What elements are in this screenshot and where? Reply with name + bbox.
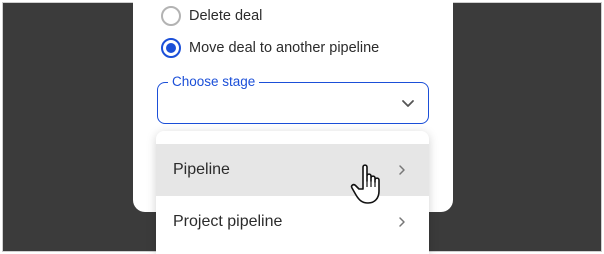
move-deal-label: Move deal to another pipeline (189, 40, 380, 56)
chevron-right-icon (395, 215, 409, 229)
chevron-right-icon (395, 163, 409, 177)
choose-stage-label: Choose stage (168, 73, 260, 91)
delete-deal-radio[interactable] (161, 6, 181, 26)
delete-deal-label: Delete deal (189, 8, 263, 24)
choose-stage-select[interactable]: Choose stage (157, 73, 429, 124)
menu-item-label: Project pipeline (173, 213, 283, 230)
chevron-down-icon (400, 95, 416, 111)
hand-pointer-cursor-icon (349, 163, 389, 207)
move-deal-radio[interactable] (161, 38, 181, 58)
option-move-deal[interactable]: Move deal to another pipeline (161, 38, 379, 58)
option-delete-deal[interactable]: Delete deal (161, 6, 262, 26)
menu-item-label: Pipeline (173, 161, 230, 178)
